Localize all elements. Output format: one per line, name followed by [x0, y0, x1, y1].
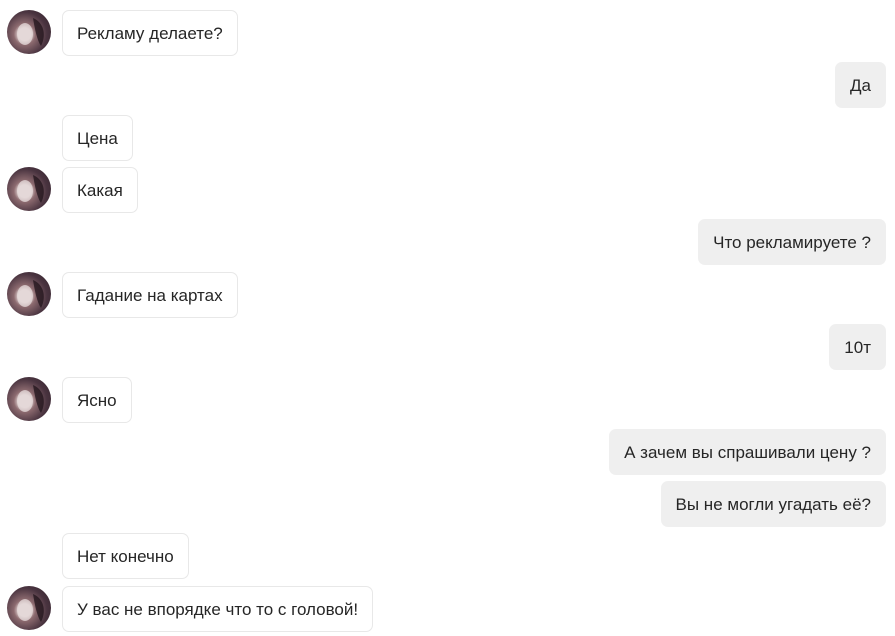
message-bubble[interactable]: Рекламу делаете? — [62, 10, 238, 56]
message-row-outgoing: А зачем вы спрашивали цену ? — [0, 429, 895, 475]
message-row-incoming: У вас не впорядке что то с головой! — [0, 586, 895, 632]
message-bubble[interactable]: Что рекламируете ? — [698, 219, 886, 265]
contact-avatar[interactable] — [7, 272, 51, 316]
message-bubble[interactable]: Какая — [62, 167, 138, 213]
message-row-incoming: Нет конечно — [0, 533, 895, 579]
message-row-incoming: Гадание на картах — [0, 272, 895, 318]
message-row-outgoing: Что рекламируете ? — [0, 219, 895, 265]
message-bubble[interactable]: А зачем вы спрашивали цену ? — [609, 429, 886, 475]
message-bubble[interactable]: Ясно — [62, 377, 132, 423]
contact-avatar[interactable] — [7, 586, 51, 630]
message-bubble[interactable]: Гадание на картах — [62, 272, 238, 318]
message-row-outgoing: 10т — [0, 324, 895, 370]
message-bubble[interactable]: 10т — [829, 324, 886, 370]
message-bubble[interactable]: У вас не впорядке что то с головой! — [62, 586, 374, 632]
message-bubble[interactable]: Вы не могли угадать её? — [660, 481, 886, 527]
contact-avatar[interactable] — [7, 377, 51, 421]
message-row-incoming: Какая — [0, 167, 895, 213]
message-row-outgoing: Да — [0, 62, 895, 108]
message-row-incoming: Рекламу делаете? — [0, 10, 895, 56]
message-row-incoming: Ясно — [0, 377, 895, 423]
contact-avatar[interactable] — [7, 10, 51, 54]
message-row-outgoing: Вы не могли угадать её? — [0, 481, 895, 527]
message-bubble[interactable]: Да — [835, 62, 886, 108]
message-bubble[interactable]: Цена — [62, 115, 133, 161]
contact-avatar[interactable] — [7, 167, 51, 211]
message-bubble[interactable]: Нет конечно — [62, 533, 189, 579]
message-row-incoming: Цена — [0, 115, 895, 161]
